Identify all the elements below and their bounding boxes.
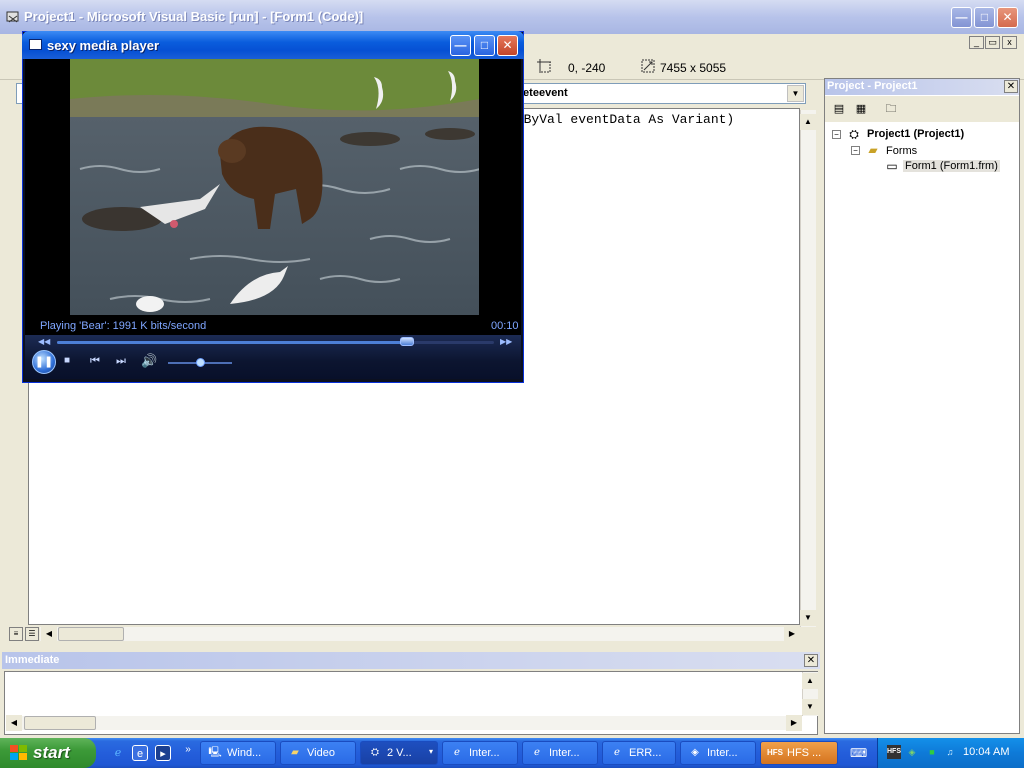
task-button-video[interactable]: ▰ Video: [280, 741, 356, 765]
tree-item-form1[interactable]: Form1 (Form1.frm): [903, 160, 1000, 172]
ie-icon: ℯ: [534, 747, 540, 758]
hfs-tray-icon[interactable]: HFS: [887, 745, 901, 759]
task-button-windows[interactable]: 🖳 Wind...: [200, 741, 276, 765]
seek-bar-progress: [57, 341, 407, 344]
scroll-up-icon[interactable]: ▲: [800, 114, 816, 130]
mdi-close-button[interactable]: x: [1002, 36, 1017, 49]
vb-maximize-button[interactable]: □: [974, 7, 995, 28]
ie-quicklaunch-icon[interactable]: ℯ: [110, 745, 126, 761]
vb-app-icon[interactable]: [5, 9, 21, 25]
tray-clock[interactable]: 10:04 AM: [963, 746, 1009, 758]
volume-icon[interactable]: 🔊: [141, 353, 157, 369]
network-tray-icon[interactable]: ◈: [905, 745, 919, 759]
folder-icon: ▰: [868, 143, 878, 157]
code-hscroll-thumb[interactable]: [58, 627, 124, 641]
pause-button[interactable]: ❚❚: [32, 350, 56, 374]
media-player-close-button[interactable]: ✕: [497, 35, 518, 56]
project-icon: ⛭: [849, 127, 859, 141]
ie-icon: ℯ: [454, 747, 460, 758]
hfs-icon: HFS: [767, 748, 783, 757]
size-readout: 7455 x 5055: [660, 61, 727, 75]
view-code-icon[interactable]: ▤: [830, 101, 848, 117]
form-icon: ▭: [886, 159, 898, 173]
tree-item-project[interactable]: Project1 (Project1): [867, 128, 964, 140]
immediate-title: Immediate: [5, 654, 60, 666]
project-explorer-title: Project - Project1: [827, 80, 918, 92]
media-player-minimize-button[interactable]: —: [450, 35, 471, 56]
media-player-title: sexy media player: [47, 38, 160, 53]
tree-toggle-forms[interactable]: −: [851, 146, 860, 155]
immediate-scroll-right-icon[interactable]: ▶: [786, 715, 802, 731]
chevron-down-icon: ▾: [429, 747, 434, 756]
immediate-scroll-left-icon[interactable]: ◀: [6, 715, 22, 731]
tree-toggle-project[interactable]: −: [832, 130, 841, 139]
scroll-down-icon[interactable]: ▼: [800, 610, 816, 626]
vb-titlebar[interactable]: Project1 - Microsoft Visual Basic [run] …: [0, 0, 1024, 34]
immediate-header[interactable]: Immediate: [2, 652, 820, 669]
task-button-internet-1[interactable]: ℯ Inter...: [442, 741, 518, 765]
project-explorer: [824, 78, 1020, 734]
next-button[interactable]: ⏭: [116, 355, 126, 368]
procedure-combo-value: leteevent: [520, 87, 568, 99]
stop-button[interactable]: ■: [64, 355, 70, 366]
ie-icon: ℯ: [614, 747, 620, 758]
video-frame[interactable]: [70, 59, 479, 315]
toggle-folders-icon[interactable]: 🗀: [882, 101, 900, 117]
task-button-error[interactable]: ℯ ERR...: [602, 741, 676, 765]
media-player-maximize-button[interactable]: □: [474, 35, 495, 56]
window-icon[interactable]: [29, 39, 42, 50]
mdi-minimize-button[interactable]: _: [969, 36, 984, 49]
full-module-view-button[interactable]: ☰: [25, 627, 39, 641]
code-horizontal-scrollbar[interactable]: [40, 627, 800, 641]
project-explorer-header[interactable]: Project - Project1: [825, 79, 1019, 95]
folder-icon: ▰: [291, 747, 299, 758]
immediate-horizontal-scrollbar[interactable]: [6, 716, 802, 730]
vb-close-button[interactable]: ✕: [997, 7, 1018, 28]
media-player-time: 00:10: [491, 320, 519, 332]
task-button-internet-2[interactable]: ℯ Inter...: [522, 741, 598, 765]
seek-bar-thumb[interactable]: [400, 337, 414, 346]
vb-minimize-button[interactable]: —: [951, 7, 972, 28]
project-explorer-close-button[interactable]: ✕: [1004, 80, 1018, 93]
chevron-down-icon[interactable]: ▼: [787, 85, 804, 102]
vb-icon: ⛭: [371, 747, 379, 758]
position-readout: 0, -240: [568, 61, 606, 75]
rewind-icon[interactable]: ◀◀: [38, 337, 50, 346]
media-quicklaunch-icon[interactable]: ▸: [155, 745, 171, 761]
code-line[interactable]: . ByVal eventData As Variant): [508, 112, 734, 127]
sound-tray-icon[interactable]: ♫: [943, 745, 957, 759]
media-player-titlebar[interactable]: sexy media player — □ ✕: [22, 31, 524, 59]
immediate-close-button[interactable]: ✕: [804, 654, 818, 667]
immediate-scroll-up-icon[interactable]: ▲: [802, 673, 818, 689]
view-object-icon[interactable]: ▦: [852, 101, 870, 117]
size-icon: [640, 58, 656, 74]
mdi-restore-button[interactable]: ▭: [985, 36, 1000, 49]
tree-item-forms[interactable]: Forms: [886, 145, 917, 157]
fast-forward-icon[interactable]: ▶▶: [500, 337, 512, 346]
outlook-quicklaunch-icon[interactable]: e: [132, 745, 148, 761]
network-icon: ◈: [691, 747, 699, 758]
scroll-left-icon[interactable]: ◀: [41, 626, 57, 642]
scroll-right-icon[interactable]: ▶: [784, 626, 800, 642]
chevron-right-icon[interactable]: »: [180, 742, 196, 758]
procedure-view-button[interactable]: ≡: [9, 627, 23, 641]
app-tray-icon[interactable]: ■: [925, 745, 939, 759]
media-player-status: Playing 'Bear': 1991 K bits/second: [40, 320, 207, 332]
vb-title: Project1 - Microsoft Visual Basic [run] …: [24, 9, 364, 24]
position-icon: [536, 58, 552, 74]
task-button-internet-3[interactable]: ◈ Inter...: [680, 741, 756, 765]
task-button-vb[interactable]: ⛭ 2 V... ▾: [360, 741, 438, 765]
start-label: start: [33, 743, 70, 762]
keyboard-icon[interactable]: ⌨: [850, 745, 867, 761]
computer-icon: 🖳: [208, 747, 222, 758]
task-button-hfs[interactable]: HFS HFS ...: [760, 741, 838, 765]
windows-logo-icon: [10, 745, 28, 761]
procedure-combo[interactable]: leteevent ▼: [516, 83, 806, 104]
immediate-scroll-down-icon[interactable]: ▼: [802, 699, 818, 715]
code-vertical-scrollbar[interactable]: [800, 110, 816, 627]
immediate-hscroll-thumb[interactable]: [24, 716, 96, 730]
previous-button[interactable]: ⏮: [90, 355, 100, 368]
volume-slider-thumb[interactable]: [196, 358, 205, 367]
